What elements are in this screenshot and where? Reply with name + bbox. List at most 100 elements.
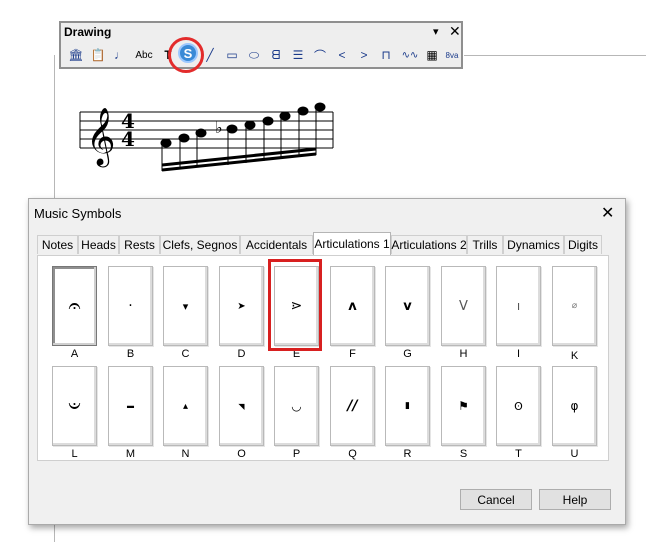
music-staff: 𝄞 4 4 ♭ — [79, 102, 334, 172]
tab-notes[interactable]: Notes — [37, 235, 78, 254]
symbol-label: N — [181, 448, 190, 460]
slur-icon[interactable]: ⌒ — [311, 46, 329, 64]
library-icon[interactable]: 🏛 — [67, 46, 85, 64]
tab-digits[interactable]: Digits — [564, 235, 602, 254]
symbol-label: P — [292, 448, 301, 460]
ellipse-tool-icon[interactable]: ⬭ — [245, 46, 263, 64]
symbol-button[interactable]: – — [108, 366, 153, 446]
symbol-label: U — [570, 448, 579, 460]
symbol-label: S — [459, 448, 468, 460]
music-symbols-dialog: Music Symbols ✕ Notes Heads Rests Clefs,… — [28, 198, 626, 525]
staccatissimo-up-icon: ▴ — [182, 400, 189, 412]
tab-articulations-2[interactable]: Articulations 2 — [391, 235, 467, 254]
symbol-button[interactable]: · — [108, 266, 153, 346]
symbol-panel: 𝄐 A · B ▾ C ➤ D ⋗ E ʌ F v G V H ı I ⌀ K … — [37, 255, 609, 461]
symbol-label: A — [70, 348, 79, 360]
tab-articulations-1[interactable]: Articulations 1 — [313, 232, 391, 255]
clipboard-icon[interactable]: 📋 — [89, 46, 107, 64]
inverted-fermata-icon: 𝄑 — [68, 393, 81, 419]
trill-line-icon[interactable]: ∿∿ — [399, 46, 421, 64]
symbol-button[interactable]: v — [385, 266, 430, 346]
symbol-label: Q — [348, 448, 357, 460]
smile-arc-icon: ◡ — [291, 399, 302, 413]
annotation-circle — [168, 37, 204, 73]
decrescendo-icon[interactable]: > — [355, 46, 373, 64]
wedge-icon: ➤ — [237, 300, 246, 312]
polygon-tool-icon[interactable]: ᗺ — [267, 46, 285, 64]
symbol-label: K — [570, 350, 579, 362]
symbol-button[interactable]: 𝄐 — [52, 266, 97, 346]
symbol-button[interactable]: V — [441, 266, 486, 346]
flat-sign: ♭ — [215, 118, 223, 137]
symbol-label: H — [459, 348, 468, 360]
spellcheck-icon[interactable]: Abc — [133, 46, 155, 64]
tick-icon: ı — [516, 299, 521, 313]
wedge-down-icon: ◥ — [238, 401, 245, 411]
symbol-label: O — [237, 448, 246, 460]
drawing-toolbar: Drawing ▾ ✕ 🏛 📋 ♩ Abc T S ╱ ▭ ⬭ ᗺ ☰ ⌒ < … — [59, 21, 463, 69]
note-tool-icon[interactable]: ♩ — [111, 46, 129, 64]
symbol-label: C — [181, 348, 190, 360]
down-bow-icon: ⚑ — [458, 399, 469, 413]
help-button[interactable]: Help — [539, 489, 611, 510]
toolbar-title: Drawing — [64, 25, 112, 39]
staccato-icon: · — [128, 298, 133, 314]
harmonic-icon: ʘ — [514, 399, 523, 413]
symbol-button[interactable]: ▾ — [163, 266, 208, 346]
symbol-button[interactable]: ▮ — [385, 366, 430, 446]
close-icon[interactable]: ✕ — [601, 203, 614, 223]
marcato-down-icon: v — [403, 298, 412, 314]
crescendo-icon[interactable]: < — [333, 46, 351, 64]
symbol-label: R — [403, 448, 412, 460]
symbol-button[interactable]: ◡ — [274, 366, 319, 446]
symbol-label: M — [125, 448, 136, 460]
annotation-highlight-box — [268, 259, 322, 351]
tab-trills[interactable]: Trills — [467, 235, 503, 254]
bracket-icon[interactable]: ⊓ — [377, 46, 395, 64]
symbol-button[interactable]: // — [330, 366, 375, 446]
breath-bar-icon: ▮ — [405, 401, 410, 411]
treble-clef: 𝄞 — [86, 107, 116, 168]
staff-lines-icon[interactable]: ☰ — [289, 46, 307, 64]
symbol-label: D — [237, 348, 246, 360]
symbol-label: I — [516, 348, 521, 360]
symbol-button[interactable]: ⌀ — [552, 266, 597, 346]
symbol-label: L — [71, 448, 78, 460]
symbol-button[interactable]: ʌ — [330, 266, 375, 346]
tab-heads[interactable]: Heads — [78, 235, 119, 254]
tab-rests[interactable]: Rests — [119, 235, 160, 254]
dialog-title: Music Symbols — [34, 206, 122, 221]
tenuto-icon: – — [126, 395, 135, 417]
symbol-button[interactable]: ➤ — [219, 266, 264, 346]
tab-clefs-segnos[interactable]: Clefs, Segnos — [160, 235, 240, 254]
phi-icon: φ — [570, 399, 579, 413]
symbol-label: T — [515, 448, 522, 460]
symbol-button[interactable]: ʘ — [496, 366, 541, 446]
caesura-icon: // — [347, 398, 358, 414]
chevron-down-icon[interactable]: ▾ — [433, 25, 439, 38]
rectangle-tool-icon[interactable]: ▭ — [223, 46, 241, 64]
page-margin-line — [464, 55, 646, 56]
ottava-icon[interactable]: 8va — [443, 46, 461, 64]
symbol-label: G — [403, 348, 412, 360]
slashed-circle-icon: ⌀ — [571, 301, 578, 311]
symbol-button[interactable]: ▴ — [163, 366, 208, 446]
symbol-button[interactable]: ◥ — [219, 366, 264, 446]
time-signature-bottom: 4 — [121, 127, 135, 151]
tab-dynamics[interactable]: Dynamics — [503, 235, 564, 254]
symbol-button[interactable]: 𝄑 — [52, 366, 97, 446]
cancel-button[interactable]: Cancel — [460, 489, 532, 510]
marcato-icon: ʌ — [348, 298, 357, 314]
grid-icon[interactable]: ▦ — [423, 46, 441, 64]
symbol-label: F — [349, 348, 356, 360]
symbol-button[interactable]: φ — [552, 366, 597, 446]
up-bow-icon: V — [459, 298, 468, 314]
tab-accidentals[interactable]: Accidentals — [240, 235, 313, 254]
toolbar-icons: 🏛 📋 ♩ Abc T S ╱ ▭ ⬭ ᗺ ☰ ⌒ < > ⊓ ∿∿ ▦ 8va — [67, 43, 461, 66]
staccatissimo-icon: ▾ — [182, 299, 189, 313]
symbol-button[interactable]: ı — [496, 266, 541, 346]
fermata-icon: 𝄐 — [68, 293, 81, 319]
symbol-label: B — [126, 348, 135, 360]
symbol-button[interactable]: ⚑ — [441, 366, 486, 446]
close-icon[interactable]: ✕ — [449, 23, 461, 40]
